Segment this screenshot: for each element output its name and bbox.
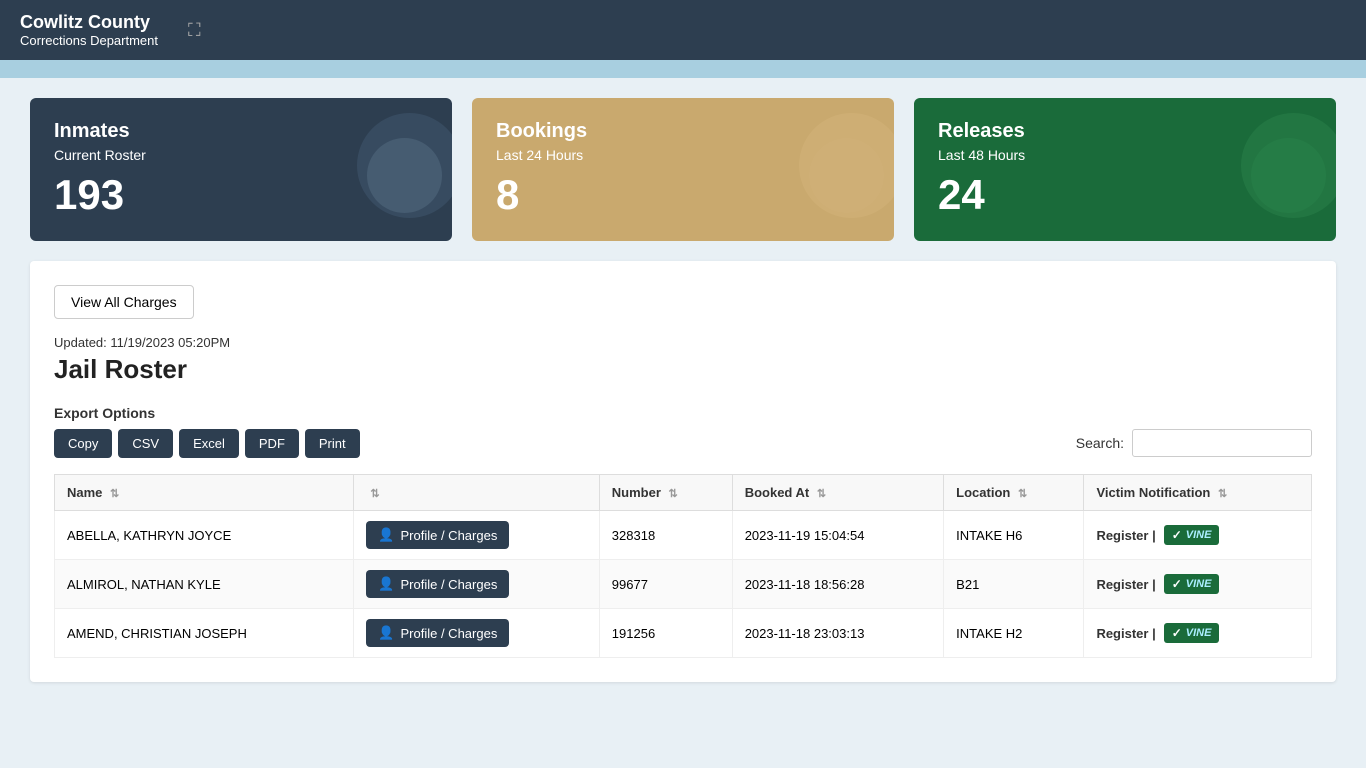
cell-name-1: ALMIROL, NATHAN KYLE [55, 560, 354, 609]
page-header: Cowlitz County Corrections Department ⛶ [0, 0, 1366, 60]
cell-name-2: AMEND, CHRISTIAN JOSEPH [55, 609, 354, 658]
table-row: ABELLA, KATHRYN JOYCE 👤 Profile / Charge… [55, 511, 1312, 560]
print-button[interactable]: Print [305, 429, 360, 458]
person-icon-2: 👤 [378, 625, 394, 641]
profile-charges-button-1[interactable]: 👤 Profile / Charges [366, 570, 509, 598]
col-profile: ⇅ [354, 475, 599, 511]
cell-location-2: INTAKE H2 [944, 609, 1084, 658]
cell-location-1: B21 [944, 560, 1084, 609]
search-input[interactable] [1132, 429, 1312, 457]
bookings-decoration [784, 108, 894, 228]
cell-number-1: 99677 [599, 560, 732, 609]
register-link-1[interactable]: Register | [1096, 577, 1155, 592]
sort-name-icon: ⇅ [110, 488, 119, 500]
cell-victim-2: Register | ✓ VINE [1084, 609, 1312, 658]
cell-booked-at-2: 2023-11-18 23:03:13 [732, 609, 943, 658]
cell-number-0: 328318 [599, 511, 732, 560]
table-row: ALMIROL, NATHAN KYLE 👤 Profile / Charges… [55, 560, 1312, 609]
cell-booked-at-0: 2023-11-19 15:04:54 [732, 511, 943, 560]
cell-victim-0: Register | ✓ VINE [1084, 511, 1312, 560]
cell-victim-1: Register | ✓ VINE [1084, 560, 1312, 609]
register-link-0[interactable]: Register | [1096, 528, 1155, 543]
page-title: Jail Roster [54, 354, 1312, 385]
cell-profile-1: 👤 Profile / Charges [354, 560, 599, 609]
org-title: Cowlitz County [20, 12, 158, 33]
vine-checkmark-0: ✓ [1172, 528, 1182, 542]
main-content: View All Charges Updated: 11/19/2023 05:… [0, 261, 1366, 712]
profile-charges-button-0[interactable]: 👤 Profile / Charges [366, 521, 509, 549]
csv-button[interactable]: CSV [118, 429, 173, 458]
pdf-button[interactable]: PDF [245, 429, 299, 458]
person-icon-1: 👤 [378, 576, 394, 592]
sort-victim-icon: ⇅ [1218, 488, 1227, 500]
cell-profile-2: 👤 Profile / Charges [354, 609, 599, 658]
cell-number-2: 191256 [599, 609, 732, 658]
search-label: Search: [1076, 435, 1124, 451]
roster-table: Name ⇅ ⇅ Number ⇅ Booked At ⇅ Location ⇅… [54, 474, 1312, 658]
vine-badge-0[interactable]: ✓ VINE [1164, 525, 1220, 545]
table-row: AMEND, CHRISTIAN JOSEPH 👤 Profile / Char… [55, 609, 1312, 658]
vine-badge-1[interactable]: ✓ VINE [1164, 574, 1220, 594]
victim-cell-0: Register | ✓ VINE [1096, 525, 1299, 545]
table-header-row: Name ⇅ ⇅ Number ⇅ Booked At ⇅ Location ⇅… [55, 475, 1312, 511]
export-label: Export Options [54, 405, 1312, 421]
releases-decoration [1226, 108, 1336, 228]
sort-number-icon: ⇅ [669, 488, 678, 500]
sort-booked-icon: ⇅ [817, 488, 826, 500]
profile-charges-button-2[interactable]: 👤 Profile / Charges [366, 619, 509, 647]
vine-badge-2[interactable]: ✓ VINE [1164, 623, 1220, 643]
org-subtitle: Corrections Department [20, 33, 158, 48]
victim-cell-1: Register | ✓ VINE [1096, 574, 1299, 594]
person-icon-0: 👤 [378, 527, 394, 543]
cell-booked-at-1: 2023-11-18 18:56:28 [732, 560, 943, 609]
col-number[interactable]: Number ⇅ [599, 475, 732, 511]
bookings-card: Bookings Last 24 Hours 8 [472, 98, 894, 241]
excel-button[interactable]: Excel [179, 429, 239, 458]
sort-location-icon: ⇅ [1018, 488, 1027, 500]
updated-text: Updated: 11/19/2023 05:20PM [54, 335, 1312, 350]
col-booked-at[interactable]: Booked At ⇅ [732, 475, 943, 511]
content-card: View All Charges Updated: 11/19/2023 05:… [30, 261, 1336, 682]
cell-location-0: INTAKE H6 [944, 511, 1084, 560]
expand-icon[interactable]: ⛶ [188, 20, 201, 41]
col-name[interactable]: Name ⇅ [55, 475, 354, 511]
victim-cell-2: Register | ✓ VINE [1096, 623, 1299, 643]
search-row: Search: [1076, 429, 1312, 457]
accent-bar [0, 60, 1366, 78]
inmates-decoration [342, 108, 452, 228]
cell-name-0: ABELLA, KATHRYN JOYCE [55, 511, 354, 560]
vine-checkmark-1: ✓ [1172, 577, 1182, 591]
cell-profile-0: 👤 Profile / Charges [354, 511, 599, 560]
vine-logo-0: VINE [1186, 529, 1212, 541]
releases-card: Releases Last 48 Hours 24 [914, 98, 1336, 241]
export-buttons-group: Copy CSV Excel PDF Print [54, 429, 360, 458]
vine-logo-2: VINE [1186, 627, 1212, 639]
inmates-card: Inmates Current Roster 193 [30, 98, 452, 241]
register-link-2[interactable]: Register | [1096, 626, 1155, 641]
vine-checkmark-2: ✓ [1172, 626, 1182, 640]
sort-profile-icon: ⇅ [370, 488, 379, 500]
vine-logo-1: VINE [1186, 578, 1212, 590]
view-all-charges-button[interactable]: View All Charges [54, 285, 194, 319]
col-location[interactable]: Location ⇅ [944, 475, 1084, 511]
col-victim-notification[interactable]: Victim Notification ⇅ [1084, 475, 1312, 511]
stats-section: Inmates Current Roster 193 Bookings Last… [0, 78, 1366, 261]
copy-button[interactable]: Copy [54, 429, 112, 458]
